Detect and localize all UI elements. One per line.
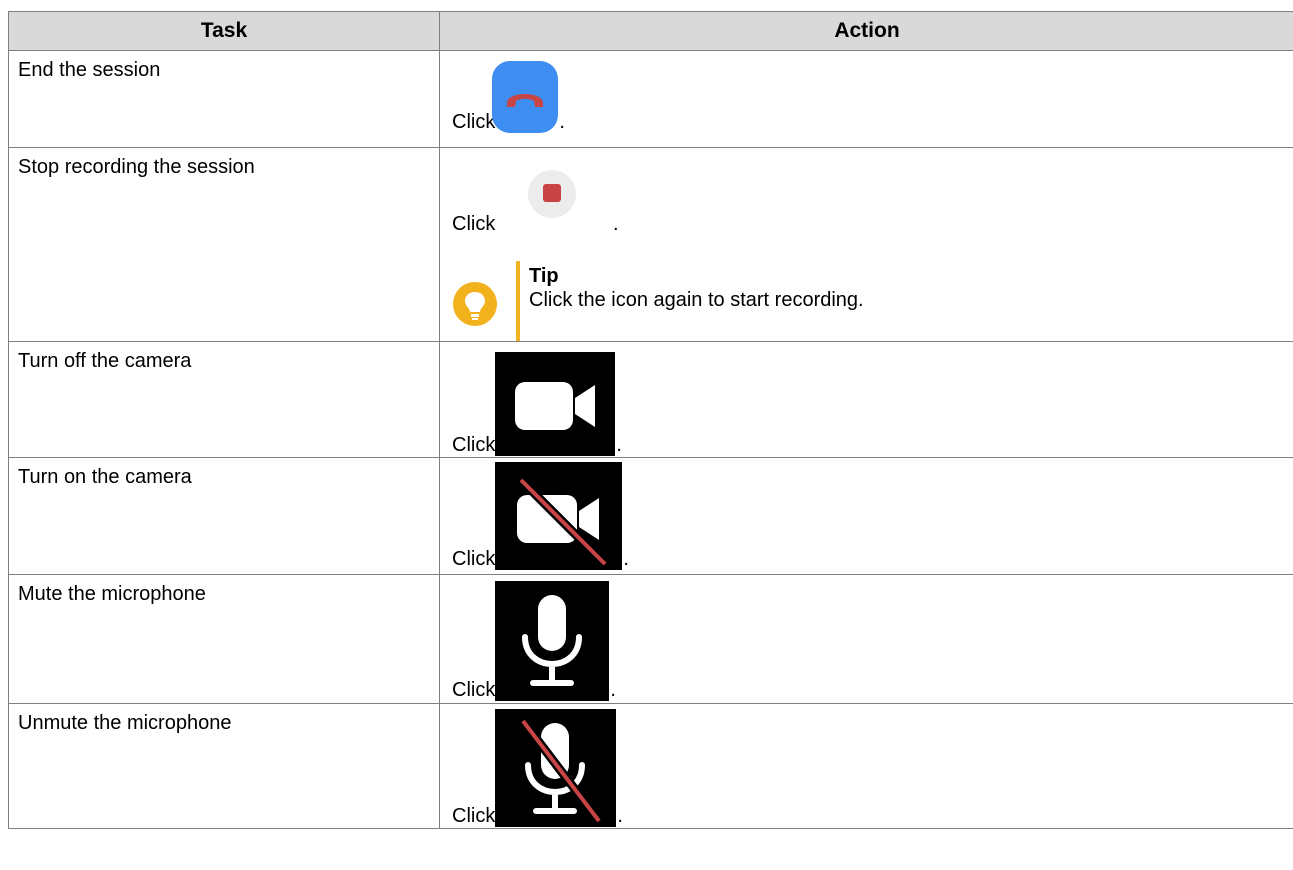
task-cell: End the session bbox=[8, 50, 440, 148]
period: . bbox=[623, 548, 629, 570]
tip-title: Tip bbox=[529, 265, 559, 287]
table-header-row: Task Action bbox=[8, 11, 1293, 51]
click-label: Click bbox=[452, 679, 496, 701]
period: . bbox=[617, 805, 623, 827]
lightbulb-icon bbox=[452, 281, 498, 333]
action-cell: Click . bbox=[439, 457, 1293, 575]
table-row: Turn on the camera Click . bbox=[8, 457, 1293, 575]
action-cell: Click . bbox=[439, 574, 1293, 704]
header-action: Action bbox=[439, 11, 1293, 51]
microphone-off-icon[interactable] bbox=[495, 709, 617, 827]
tip-text: Click the icon again to start recording. bbox=[529, 289, 864, 311]
period: . bbox=[559, 111, 565, 133]
microphone-icon[interactable] bbox=[495, 581, 610, 701]
click-label: Click bbox=[452, 805, 496, 827]
task-cell: Turn off the camera bbox=[8, 341, 440, 458]
action-cell: Click . bbox=[439, 147, 1293, 342]
stop-record-icon[interactable] bbox=[528, 170, 576, 218]
end-call-icon[interactable] bbox=[492, 61, 559, 133]
task-cell: Unmute the microphone bbox=[8, 703, 440, 829]
click-label: Click bbox=[452, 111, 496, 133]
click-label: Click bbox=[452, 213, 496, 235]
camera-icon[interactable] bbox=[495, 352, 616, 456]
task-cell: Stop recording the session bbox=[8, 147, 440, 342]
action-cell: Click . bbox=[439, 50, 1293, 148]
table-row: Mute the microphone Click . bbox=[8, 574, 1293, 704]
action-cell: Click . bbox=[439, 703, 1293, 829]
period: . bbox=[616, 434, 622, 456]
click-label: Click bbox=[452, 434, 496, 456]
tip-accent-bar bbox=[516, 261, 520, 341]
task-cell: Mute the microphone bbox=[8, 574, 440, 704]
header-task: Task bbox=[8, 11, 440, 51]
task-cell: Turn on the camera bbox=[8, 457, 440, 575]
controls-table: Task Action End the session Click . Stop… bbox=[8, 11, 1293, 829]
period: . bbox=[613, 213, 619, 235]
period: . bbox=[610, 679, 616, 701]
table-row: Turn off the camera Click . bbox=[8, 341, 1293, 458]
tip-box: Tip Click the icon again to start record… bbox=[452, 261, 1293, 341]
table-row: Unmute the microphone Click . bbox=[8, 703, 1293, 829]
table-row: Stop recording the session Click . Tip C… bbox=[8, 147, 1293, 342]
table-row: End the session Click . bbox=[8, 50, 1293, 148]
camera-off-icon[interactable] bbox=[495, 462, 623, 570]
action-cell: Click . bbox=[439, 341, 1293, 458]
click-label: Click bbox=[452, 548, 496, 570]
